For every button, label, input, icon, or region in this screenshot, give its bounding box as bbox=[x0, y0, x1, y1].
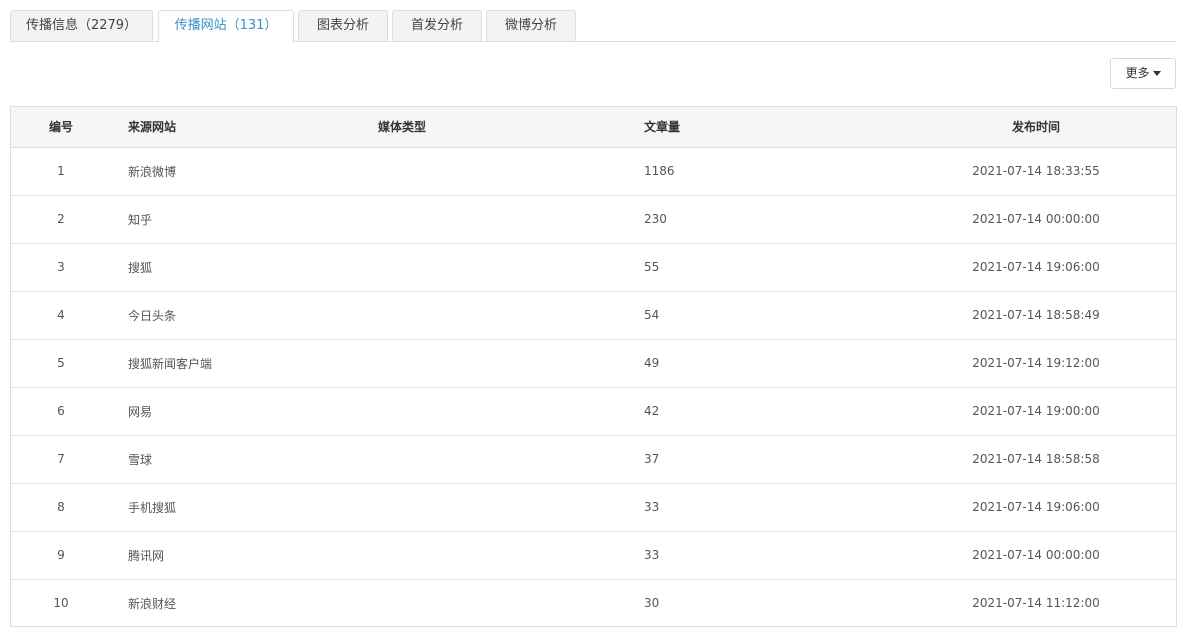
cell-source-site: 网易 bbox=[111, 387, 378, 436]
caret-down-icon bbox=[1152, 71, 1161, 76]
cell-article-count: 37 bbox=[644, 435, 894, 484]
cell-number: 4 bbox=[11, 291, 111, 340]
cell-media-type bbox=[378, 387, 644, 436]
cell-article-count: 33 bbox=[644, 483, 894, 532]
tab-first-publish-analysis[interactable]: 首发分析 bbox=[392, 10, 482, 42]
cell-media-type bbox=[378, 195, 644, 244]
tab-spread-sites[interactable]: 传播网站（131） bbox=[158, 10, 294, 43]
table-row: 2 知乎 230 2021-07-14 00:00:00 bbox=[11, 195, 1176, 244]
cell-source-site: 腾讯网 bbox=[111, 531, 378, 580]
cell-media-type bbox=[378, 339, 644, 388]
cell-article-count: 55 bbox=[644, 243, 894, 292]
header-number: 编号 bbox=[11, 107, 111, 148]
header-media-type: 媒体类型 bbox=[378, 107, 644, 148]
cell-publish-time: 2021-07-14 19:00:00 bbox=[894, 387, 1176, 436]
cell-source-site: 新浪微博 bbox=[111, 147, 378, 196]
cell-source-site: 雪球 bbox=[111, 435, 378, 484]
cell-number: 7 bbox=[11, 435, 111, 484]
table-row: 5 搜狐新闻客户端 49 2021-07-14 19:12:00 bbox=[11, 339, 1176, 388]
more-button-label: 更多 bbox=[1125, 66, 1150, 80]
header-source-site: 来源网站 bbox=[111, 107, 378, 148]
cell-media-type bbox=[378, 531, 644, 580]
table-row: 1 新浪微博 1186 2021-07-14 18:33:55 bbox=[11, 147, 1176, 196]
cell-source-site: 今日头条 bbox=[111, 291, 378, 340]
cell-source-site: 搜狐新闻客户端 bbox=[111, 339, 378, 388]
header-article-count: 文章量 bbox=[644, 107, 894, 148]
cell-publish-time: 2021-07-14 19:12:00 bbox=[894, 339, 1176, 388]
tab-weibo-analysis[interactable]: 微博分析 bbox=[486, 10, 576, 42]
cell-publish-time: 2021-07-14 18:58:49 bbox=[894, 291, 1176, 340]
cell-article-count: 33 bbox=[644, 531, 894, 580]
cell-media-type bbox=[378, 243, 644, 292]
table-row: 4 今日头条 54 2021-07-14 18:58:49 bbox=[11, 291, 1176, 340]
cell-number: 10 bbox=[53, 596, 69, 611]
table-row: 9 腾讯网 33 2021-07-14 00:00:00 bbox=[11, 531, 1176, 580]
cell-article-count: 42 bbox=[644, 387, 894, 436]
cell-publish-time: 2021-07-14 18:33:55 bbox=[894, 147, 1176, 196]
cell-number: 6 bbox=[11, 387, 111, 436]
cell-article-count: 1186 bbox=[644, 147, 894, 196]
cell-media-type bbox=[378, 579, 644, 626]
cell-number: 1 bbox=[11, 147, 111, 196]
header-publish-time: 发布时间 bbox=[894, 107, 1176, 148]
cell-media-type bbox=[378, 483, 644, 532]
cell-article-count: 49 bbox=[644, 339, 894, 388]
table-row: 8 手机搜狐 33 2021-07-14 19:06:00 bbox=[11, 483, 1176, 532]
cell-number: 2 bbox=[11, 195, 111, 244]
cell-source-site: 知乎 bbox=[111, 195, 378, 244]
cell-source-site: 手机搜狐 bbox=[111, 483, 378, 532]
cell-number: 8 bbox=[11, 483, 111, 532]
table-row: 7 雪球 37 2021-07-14 18:58:58 bbox=[11, 435, 1176, 484]
cell-article-count: 30 bbox=[644, 596, 660, 611]
cell-media-type bbox=[378, 435, 644, 484]
table-row: 6 网易 42 2021-07-14 19:00:00 bbox=[11, 387, 1176, 436]
cell-publish-time: 2021-07-14 11:12:00 bbox=[972, 596, 1100, 611]
cell-media-type bbox=[378, 291, 644, 340]
cell-publish-time: 2021-07-14 00:00:00 bbox=[894, 195, 1176, 244]
cell-article-count: 54 bbox=[644, 291, 894, 340]
cell-source-site: 搜狐 bbox=[111, 243, 378, 292]
tab-chart-analysis[interactable]: 图表分析 bbox=[298, 10, 388, 42]
more-button[interactable]: 更多 bbox=[1110, 58, 1176, 89]
cell-number: 3 bbox=[11, 243, 111, 292]
cell-media-type bbox=[378, 147, 644, 196]
cell-publish-time: 2021-07-14 19:06:00 bbox=[894, 243, 1176, 292]
tab-spread-info[interactable]: 传播信息（2279） bbox=[10, 10, 153, 42]
table-row: 3 搜狐 55 2021-07-14 19:06:00 bbox=[11, 243, 1176, 292]
sites-table: 编号 来源网站 媒体类型 文章量 发布时间 1 新浪微博 1186 2021-0… bbox=[10, 106, 1177, 627]
cell-source-site: 新浪财经 bbox=[128, 596, 177, 611]
cell-publish-time: 2021-07-14 18:58:58 bbox=[894, 435, 1176, 484]
cell-number: 9 bbox=[11, 531, 111, 580]
table-row: 10 新浪财经 30 2021-07-14 11:12:00 bbox=[11, 579, 1176, 626]
tab-bar: 传播信息（2279） 传播网站（131） 图表分析 首发分析 微博分析 bbox=[10, 10, 1176, 43]
cell-publish-time: 2021-07-14 19:06:00 bbox=[894, 483, 1176, 532]
cell-article-count: 230 bbox=[644, 195, 894, 244]
cell-publish-time: 2021-07-14 00:00:00 bbox=[894, 531, 1176, 580]
cell-number: 5 bbox=[11, 339, 111, 388]
table-header-row: 编号 来源网站 媒体类型 文章量 发布时间 bbox=[11, 107, 1176, 148]
